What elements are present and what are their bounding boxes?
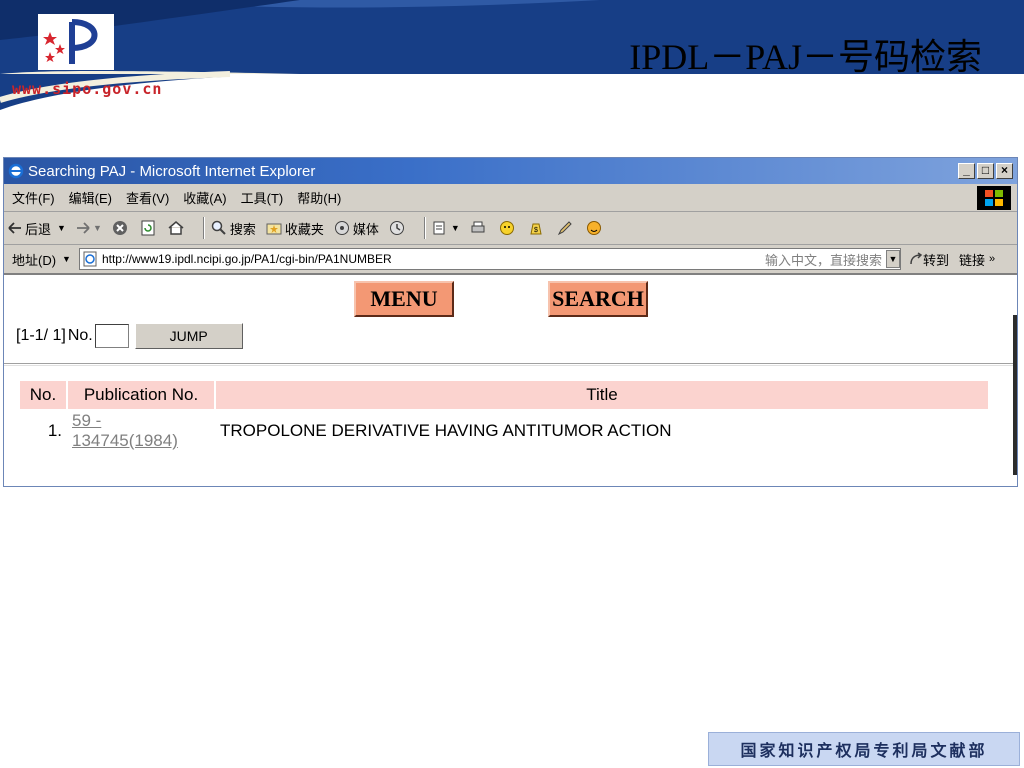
- sipo-logo: [38, 14, 114, 70]
- maximize-button[interactable]: □: [977, 163, 994, 179]
- menu-tools[interactable]: 工具(T): [241, 188, 284, 207]
- favorites-folder-icon: [266, 223, 282, 235]
- go-button[interactable]: 转到: [909, 250, 949, 269]
- chevron-right-icon[interactable]: »: [989, 253, 995, 265]
- edit-pencil-icon: [557, 221, 572, 236]
- back-label: 后退: [25, 221, 52, 237]
- menu-view[interactable]: 查看(V): [126, 188, 169, 207]
- history-button[interactable]: [389, 220, 408, 236]
- mail-button[interactable]: ▼: [432, 220, 460, 236]
- row-number: 1.: [47, 421, 62, 440]
- address-hint: 输入中文，直接搜索: [764, 252, 882, 268]
- row-title: TROPOLONE DERIVATIVE HAVING ANTITUMOR AC…: [220, 421, 672, 440]
- smiley-icon: [586, 221, 601, 235]
- scrollbar[interactable]: [1013, 315, 1017, 475]
- page-icon: [83, 251, 97, 267]
- menu-favorites[interactable]: 收藏(A): [183, 188, 226, 207]
- divider: [4, 363, 1017, 366]
- site-url: www.sipo.gov.cn: [12, 80, 163, 98]
- minimize-button[interactable]: _: [958, 163, 975, 179]
- menu-file[interactable]: 文件(F): [12, 188, 55, 207]
- no-label: No.: [67, 327, 93, 344]
- chevron-down-icon[interactable]: ▼: [57, 223, 66, 233]
- refresh-icon: [141, 220, 155, 236]
- edit-button[interactable]: [557, 220, 576, 236]
- slide-title: IPDL－PAJ－号码检索: [629, 37, 982, 77]
- results-table: No. Publication No. Title 1. 59 - 134745…: [18, 379, 990, 453]
- forward-button[interactable]: ▼: [76, 222, 102, 234]
- publication-link[interactable]: 59 - 134745(1984): [72, 411, 178, 450]
- refresh-button[interactable]: [141, 220, 158, 236]
- home-button[interactable]: [168, 221, 187, 235]
- toolbar: 后退 ▼ ▼ 搜索 收藏夹 媒体 ▼ $: [4, 212, 1017, 245]
- media-icon: [334, 221, 349, 235]
- header-title: Title: [216, 381, 988, 409]
- favorites-label: 收藏夹: [284, 221, 324, 237]
- menu-help[interactable]: 帮助(H): [297, 188, 341, 207]
- back-button[interactable]: 后退 ▼: [8, 219, 66, 238]
- media-label: 媒体: [352, 221, 379, 237]
- jump-button[interactable]: JUMP: [134, 323, 243, 349]
- favorites-button[interactable]: 收藏夹: [266, 219, 324, 238]
- stop-icon: [112, 221, 127, 235]
- messenger-button[interactable]: [499, 220, 518, 236]
- address-dropdown-button[interactable]: ▼: [885, 250, 900, 268]
- money-bag-icon: $: [530, 223, 542, 235]
- toolbar-separator: [423, 217, 426, 239]
- page-content: MENU SEARCH [1-1/ 1] No. JUMP No. Public…: [4, 275, 1017, 486]
- links-button[interactable]: 链接: [959, 250, 985, 269]
- go-label: 转到: [922, 252, 949, 268]
- slide-header: www.sipo.gov.cn IPDL－PAJ－号码检索: [0, 0, 1024, 160]
- close-button[interactable]: ×: [996, 163, 1013, 179]
- home-icon: [168, 221, 184, 235]
- address-url[interactable]: http://www19.ipdl.ncipi.go.jp/PA1/cgi-bi…: [102, 252, 765, 266]
- header-publication: Publication No.: [68, 381, 214, 409]
- back-arrow-icon: [8, 222, 21, 234]
- mail-icon: [433, 221, 445, 235]
- address-bar: 地址(D) ▼ http://www19.ipdl.ncipi.go.jp/PA…: [4, 245, 1017, 275]
- result-range: [1-1/ 1]: [16, 327, 66, 344]
- jump-number-input[interactable]: [94, 324, 129, 348]
- menu-button[interactable]: MENU: [354, 281, 454, 317]
- forward-arrow-icon: [76, 222, 90, 234]
- address-label: 地址(D): [12, 252, 57, 268]
- toolbar-separator: [202, 217, 205, 239]
- window-title: Searching PAJ - Microsoft Internet Explo…: [28, 162, 316, 180]
- ie-icon: [8, 163, 24, 179]
- menu-edit[interactable]: 编辑(E): [69, 188, 112, 207]
- results-table-wrapper: No. Publication No. Title 1. 59 - 134745…: [18, 379, 990, 453]
- go-arrow-icon: [910, 252, 923, 265]
- header-no: No.: [20, 381, 66, 409]
- footer-bar: 国家知识产权局专利局文献部: [708, 732, 1020, 766]
- jump-row: [1-1/ 1] No. JUMP: [16, 323, 243, 349]
- history-icon: [389, 221, 404, 235]
- address-input[interactable]: http://www19.ipdl.ncipi.go.jp/PA1/cgi-bi…: [78, 248, 901, 270]
- stop-button[interactable]: [112, 220, 131, 236]
- table-header-row: No. Publication No. Title: [20, 381, 988, 409]
- chevron-down-icon[interactable]: ▼: [62, 254, 71, 264]
- print-button[interactable]: [470, 220, 489, 236]
- smiley-icon: [499, 221, 514, 235]
- qq-button[interactable]: [586, 220, 605, 236]
- search-label: 搜索: [229, 221, 256, 237]
- windows-flag-icon: [977, 186, 1011, 210]
- search-page-button[interactable]: SEARCH: [548, 281, 648, 317]
- media-button[interactable]: 媒体: [334, 219, 379, 238]
- menu-bar: 文件(F) 编辑(E) 查看(V) 收藏(A) 工具(T) 帮助(H): [4, 184, 1017, 212]
- svg-text:$: $: [534, 227, 538, 234]
- search-icon: [211, 220, 226, 235]
- print-icon: [471, 221, 485, 233]
- chevron-down-icon[interactable]: ▼: [451, 223, 460, 233]
- search-button[interactable]: 搜索: [211, 219, 256, 238]
- window-titlebar[interactable]: Searching PAJ - Microsoft Internet Explo…: [4, 158, 1017, 184]
- money-button[interactable]: $: [528, 220, 547, 236]
- chevron-down-icon[interactable]: ▼: [93, 223, 102, 233]
- table-row: 1. 59 - 134745(1984) TROPOLONE DERIVATIV…: [20, 411, 988, 451]
- browser-window: Searching PAJ - Microsoft Internet Explo…: [3, 157, 1018, 487]
